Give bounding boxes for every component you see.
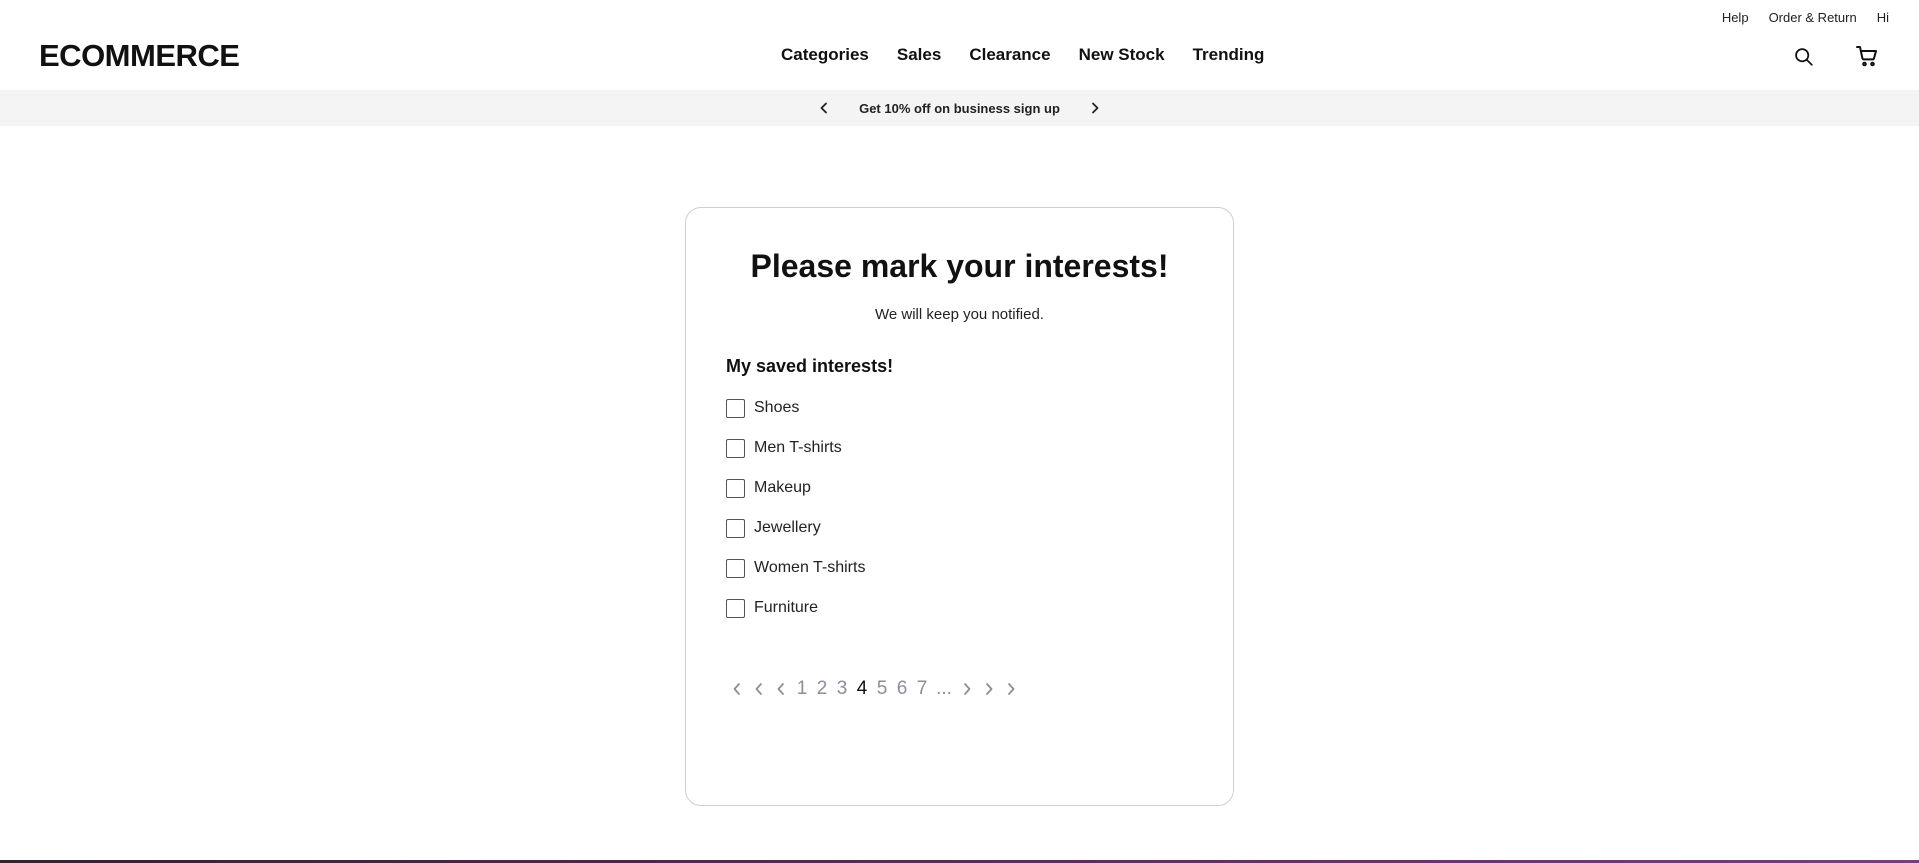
interest-label: Women T-shirts xyxy=(754,559,866,576)
skip-back-chevron-icon[interactable] xyxy=(748,682,770,696)
interest-label: Makeup xyxy=(754,479,811,496)
interest-item-makeup[interactable]: Makeup xyxy=(726,478,865,498)
page-number-6[interactable]: 6 xyxy=(892,678,912,700)
search-icon[interactable] xyxy=(1791,44,1815,68)
interest-item-women-tshirts[interactable]: Women T-shirts xyxy=(726,558,865,578)
page-number-2[interactable]: 2 xyxy=(812,678,832,700)
page-number-current[interactable]: 4 xyxy=(852,678,872,700)
header-actions xyxy=(1791,44,1879,68)
card-title: Please mark your interests! xyxy=(750,248,1169,284)
interest-checkbox[interactable] xyxy=(726,598,745,618)
chevron-left-icon[interactable] xyxy=(819,102,829,114)
interest-list: Shoes Men T-shirts Makeup Jewellery Wome… xyxy=(726,398,865,638)
interest-item-jewellery[interactable]: Jewellery xyxy=(726,518,865,538)
promo-banner: Get 10% off on business sign up xyxy=(0,90,1919,126)
page-number-3[interactable]: 3 xyxy=(832,678,852,700)
saved-interests-heading: My saved interests! xyxy=(726,356,894,376)
main-nav: Categories Sales Clearance New Stock Tre… xyxy=(781,45,1264,65)
promo-text: Get 10% off on business sign up xyxy=(859,100,1060,116)
skip-forward-chevron-icon[interactable] xyxy=(978,682,1000,696)
card-subtitle: We will keep you notified. xyxy=(875,306,1044,323)
nav-categories[interactable]: Categories xyxy=(781,45,869,65)
interest-checkbox[interactable] xyxy=(726,398,745,418)
interest-label: Furniture xyxy=(754,599,819,616)
utility-links: Help Order & Return Hi xyxy=(1722,10,1889,25)
page-number-1[interactable]: 1 xyxy=(792,678,812,700)
interest-label: Men T-shirts xyxy=(754,439,842,456)
header: Help Order & Return Hi ECOMMERCE Categor… xyxy=(0,0,1919,90)
interest-item-furniture[interactable]: Furniture xyxy=(726,598,865,618)
page-ellipsis: ... xyxy=(936,678,952,699)
help-link[interactable]: Help xyxy=(1722,10,1749,25)
interest-item-men-tshirts[interactable]: Men T-shirts xyxy=(726,438,865,458)
interests-card: Please mark your interests! We will keep… xyxy=(685,207,1234,806)
interest-checkbox[interactable] xyxy=(726,438,745,458)
chevron-right-icon[interactable] xyxy=(1090,102,1100,114)
cart-icon[interactable] xyxy=(1855,44,1879,68)
page-number-7[interactable]: 7 xyxy=(912,678,932,700)
page-number-5[interactable]: 5 xyxy=(872,678,892,700)
next-page-chevron-icon[interactable] xyxy=(956,682,978,696)
previous-page-chevron-icon[interactable] xyxy=(770,682,792,696)
pagination: 1 2 3 4 5 6 7 ... xyxy=(726,678,1022,700)
first-page-chevron-icon[interactable] xyxy=(726,682,748,696)
user-greeting-link[interactable]: Hi xyxy=(1877,10,1889,25)
nav-clearance[interactable]: Clearance xyxy=(969,45,1050,65)
nav-sales[interactable]: Sales xyxy=(897,45,941,65)
interest-checkbox[interactable] xyxy=(726,478,745,498)
interest-item-shoes[interactable]: Shoes xyxy=(726,398,865,418)
logo[interactable]: ECOMMERCE xyxy=(39,38,240,74)
interest-label: Shoes xyxy=(754,399,800,416)
interest-label: Jewellery xyxy=(754,519,821,536)
interest-checkbox[interactable] xyxy=(726,558,745,578)
interest-checkbox[interactable] xyxy=(726,518,745,538)
nav-trending[interactable]: Trending xyxy=(1193,45,1265,65)
order-return-link[interactable]: Order & Return xyxy=(1769,10,1857,25)
nav-new-stock[interactable]: New Stock xyxy=(1079,45,1165,65)
last-page-chevron-icon[interactable] xyxy=(1000,682,1022,696)
